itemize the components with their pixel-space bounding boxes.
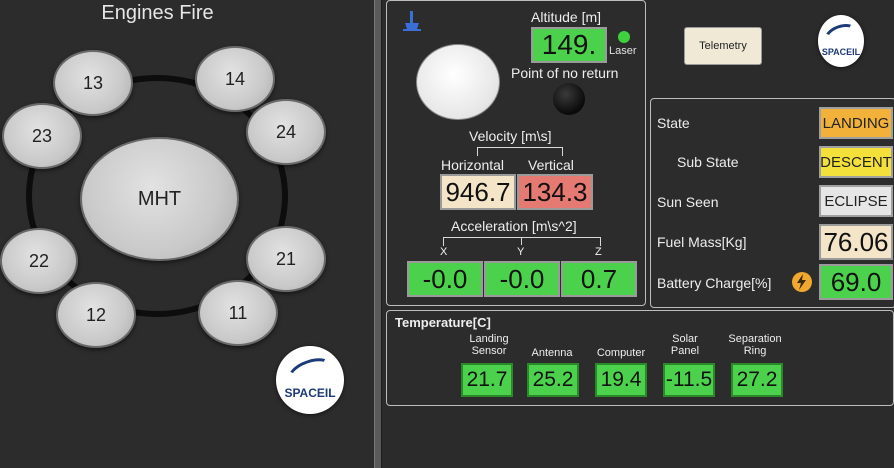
velocity-vertical-value: 134.3 xyxy=(517,174,593,210)
laser-indicator-icon xyxy=(618,31,630,43)
acceleration-z-value: 0.7 xyxy=(561,261,637,297)
panel-divider[interactable] xyxy=(374,0,382,468)
temp-landing-sensor-label: Landing Sensor xyxy=(469,333,509,357)
logo-text: SPACEIL xyxy=(821,46,861,57)
temp-antenna-value: 25.2 xyxy=(527,363,579,397)
engine-11[interactable]: 11 xyxy=(198,280,278,346)
engine-label: 21 xyxy=(275,248,297,269)
telemetry-button[interactable]: Telemetry xyxy=(684,27,762,65)
engine-12[interactable]: 12 xyxy=(56,282,136,348)
flight-data-panel: Altitude [m] 149. Laser Point of no retu… xyxy=(386,0,646,306)
engine-label: 23 xyxy=(31,125,53,146)
temp-solar-panel-label: Solar Panel xyxy=(670,333,700,357)
engine-label: 13 xyxy=(82,72,104,93)
acceleration-x-value: -0.0 xyxy=(407,261,483,297)
laser-label: Laser xyxy=(609,45,637,57)
engine-label: 24 xyxy=(275,121,297,142)
point-of-no-return-indicator xyxy=(553,83,585,115)
substate-label: Sub State xyxy=(677,154,739,170)
altitude-label: Altitude [m] xyxy=(531,9,602,25)
velocity-vertical-label: Vertical xyxy=(528,157,574,173)
engine-14[interactable]: 14 xyxy=(195,46,275,112)
velocity-bracket xyxy=(477,147,563,156)
fuel-mass-value: 76.06 xyxy=(819,224,893,260)
acceleration-bracket-mid xyxy=(521,237,522,245)
spaceil-logo: SPACEIL xyxy=(276,346,344,414)
temp-antenna-label: Antenna xyxy=(531,347,573,359)
acceleration-z-label: Z xyxy=(595,246,602,258)
engine-label: 22 xyxy=(28,250,50,271)
acceleration-bracket xyxy=(443,237,601,246)
spaceil-logo-small: SPACEIL xyxy=(818,15,864,67)
temp-separation-ring-value: 27.2 xyxy=(731,363,783,397)
temp-solar-panel-value: -11.5 xyxy=(663,363,715,397)
state-label: State xyxy=(657,115,690,131)
altitude-value: 149. xyxy=(531,27,607,63)
acceleration-label: Acceleration [m\s^2] xyxy=(451,218,577,234)
velocity-horizontal-label: Horizontal xyxy=(441,157,505,173)
temp-computer-value: 19.4 xyxy=(595,363,647,397)
attitude-indicator xyxy=(416,44,500,120)
lander-icon xyxy=(403,11,421,31)
point-of-no-return-label: Point of no return xyxy=(511,65,619,81)
sun-seen-value: ECLIPSE xyxy=(819,185,893,217)
battery-charge-value: 69.0 xyxy=(819,264,893,300)
acceleration-x-label: X xyxy=(440,246,448,258)
battery-charge-label: Battery Charge[%] xyxy=(657,275,772,291)
sun-seen-label: Sun Seen xyxy=(657,194,719,210)
status-panel: State LANDING Sub State DESCENT Sun Seen… xyxy=(650,98,894,308)
engine-label: 11 xyxy=(228,302,248,323)
engine-13[interactable]: 13 xyxy=(53,50,133,116)
velocity-label: Velocity [m\s] xyxy=(469,128,552,144)
fuel-mass-label: Fuel Mass[Kg] xyxy=(657,234,747,250)
engine-mht-label: MHT xyxy=(137,187,182,210)
temp-separation-ring-label: Separation Ring xyxy=(728,333,782,357)
temp-computer-label: Computer xyxy=(596,347,646,359)
engine-label: 14 xyxy=(224,68,246,89)
engine-mht[interactable]: MHT xyxy=(80,137,239,261)
logo-text: SPACEIL xyxy=(284,386,336,401)
engine-22[interactable]: 22 xyxy=(0,228,78,294)
engine-23[interactable]: 23 xyxy=(2,103,82,169)
temperature-title: Temperature[C] xyxy=(395,315,491,330)
temp-landing-sensor-value: 21.7 xyxy=(461,363,513,397)
substate-value: DESCENT xyxy=(819,146,893,178)
state-value: LANDING xyxy=(819,107,893,139)
battery-bolt-icon xyxy=(792,272,812,292)
acceleration-y-label: Y xyxy=(517,246,525,258)
acceleration-y-value: -0.0 xyxy=(484,261,560,297)
engine-24[interactable]: 24 xyxy=(246,99,326,165)
engine-21[interactable]: 21 xyxy=(246,226,326,292)
engines-panel: Engines Fire MHT 13 14 23 24 22 21 12 11… xyxy=(0,0,374,468)
temperature-panel: Temperature[C] Landing Sensor Antenna Co… xyxy=(386,310,894,406)
velocity-horizontal-value: 946.7 xyxy=(440,174,516,210)
engine-label: 12 xyxy=(85,304,107,325)
